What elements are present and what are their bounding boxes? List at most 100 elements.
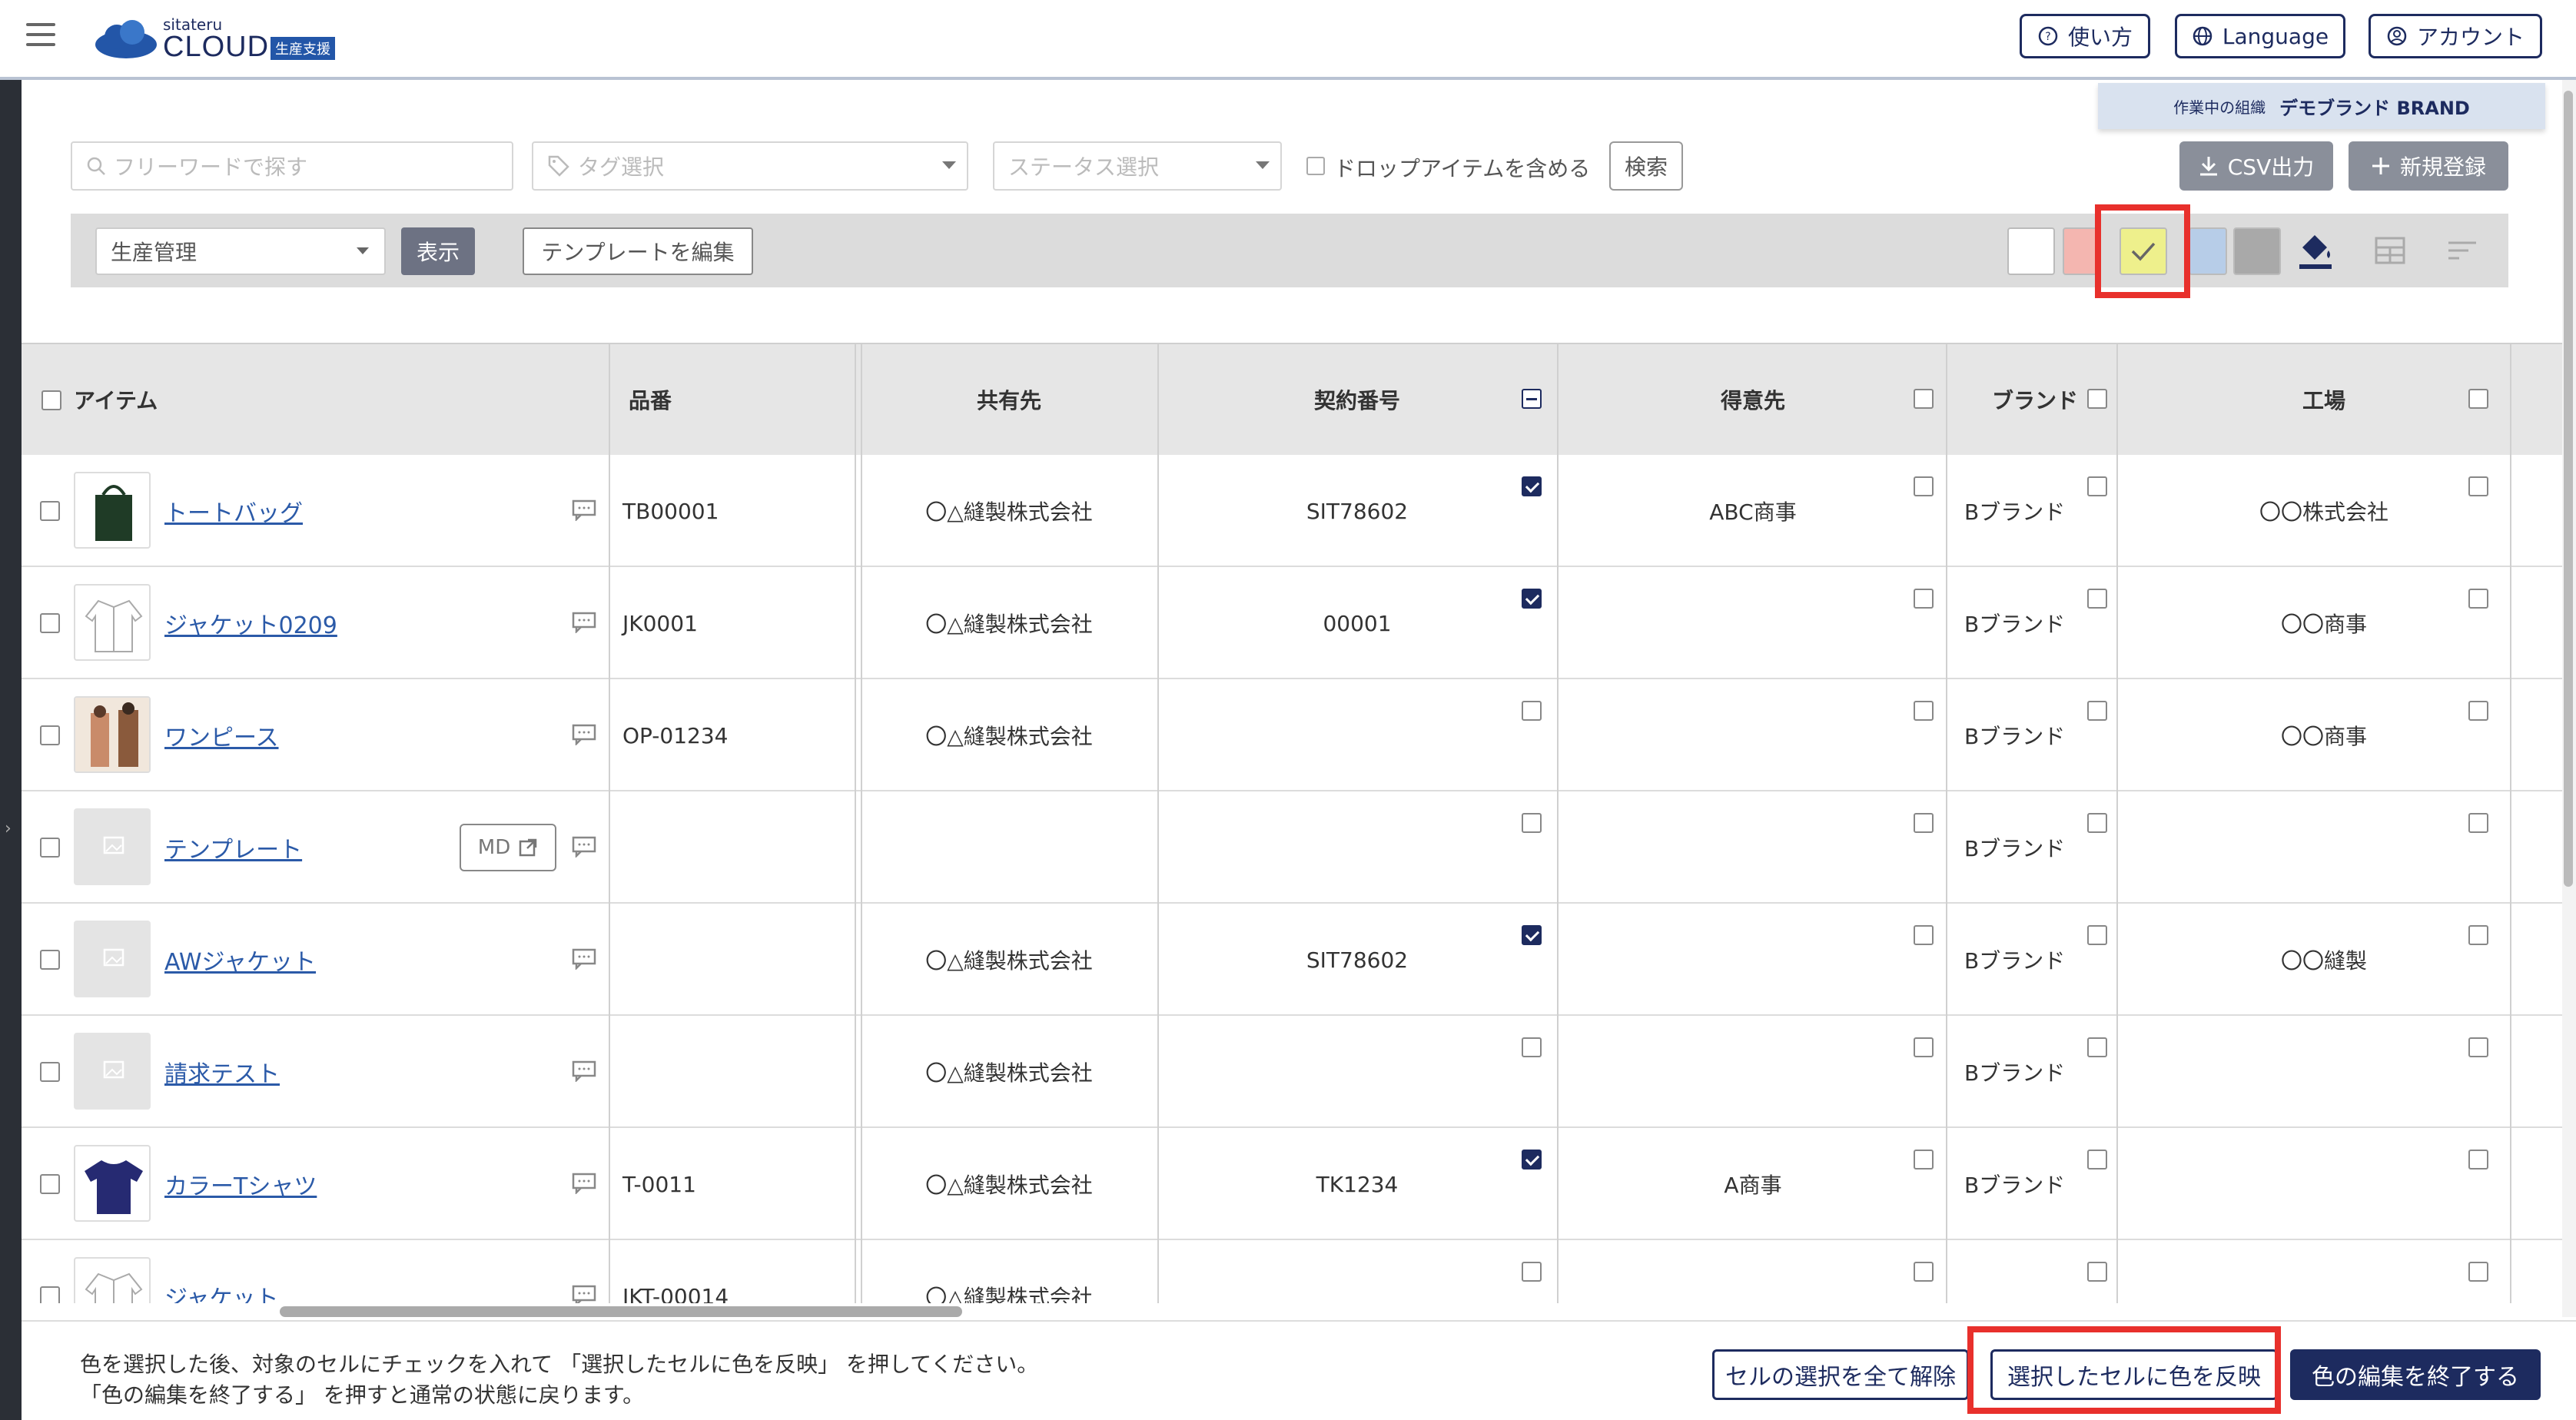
cell-select-checkbox[interactable] bbox=[2087, 701, 2107, 721]
code-cell[interactable]: T-0011 bbox=[622, 1128, 853, 1240]
cell-select-checkbox[interactable] bbox=[1522, 476, 1542, 496]
comment-icon[interactable] bbox=[572, 1060, 596, 1082]
language-button[interactable]: Language bbox=[2175, 14, 2345, 58]
cell-select-checkbox[interactable] bbox=[2087, 1037, 2107, 1057]
cell-select-checkbox[interactable] bbox=[2468, 925, 2488, 945]
sitateru-cloud-logo[interactable]: sitateru CLOUD 生産支援 bbox=[92, 12, 354, 63]
code-cell[interactable]: TB00001 bbox=[622, 455, 853, 567]
column-select-factory-checkbox[interactable] bbox=[2468, 389, 2488, 409]
factory-cell[interactable] bbox=[2118, 1128, 2530, 1240]
item-link[interactable]: テンプレート bbox=[164, 791, 302, 904]
code-cell[interactable]: JK0001 bbox=[622, 567, 853, 679]
clear-selection-button[interactable]: セルの選択を全て解除 bbox=[1712, 1349, 1969, 1400]
cell-select-checkbox[interactable] bbox=[2087, 589, 2107, 609]
sort-icon[interactable] bbox=[2441, 229, 2484, 272]
client-cell[interactable] bbox=[1559, 567, 1947, 679]
finish-color-edit-button[interactable]: 色の編集を終了する bbox=[2290, 1349, 2541, 1400]
code-cell[interactable] bbox=[622, 904, 853, 1016]
color-swatch-white[interactable] bbox=[2007, 227, 2055, 275]
share-cell[interactable]: 〇△縫製株式会社 bbox=[859, 1016, 1159, 1128]
contract-cell[interactable]: TK1234 bbox=[1159, 1128, 1555, 1240]
include-drop-checkbox[interactable] bbox=[1306, 157, 1325, 175]
factory-cell[interactable] bbox=[2118, 1016, 2530, 1128]
client-cell[interactable] bbox=[1559, 1016, 1947, 1128]
cell-select-checkbox[interactable] bbox=[1914, 1150, 1934, 1170]
comment-icon[interactable] bbox=[572, 724, 596, 745]
code-cell[interactable]: OP-01234 bbox=[622, 679, 853, 791]
cell-select-checkbox[interactable] bbox=[1522, 1037, 1542, 1057]
share-cell[interactable] bbox=[859, 791, 1159, 904]
share-cell[interactable]: 〇△縫製株式会社 bbox=[859, 455, 1159, 567]
table-row[interactable]: AWジャケット 〇△縫製株式会社 SIT78602 Bブランド 〇〇縫製 bbox=[22, 904, 2562, 1016]
client-cell[interactable] bbox=[1559, 904, 1947, 1016]
client-cell[interactable] bbox=[1559, 1240, 1947, 1303]
cell-select-checkbox[interactable] bbox=[1914, 476, 1934, 496]
client-cell[interactable]: A商事 bbox=[1559, 1128, 1947, 1240]
table-row[interactable]: 請求テスト 〇△縫製株式会社 Bブランド bbox=[22, 1016, 2562, 1128]
comment-icon[interactable] bbox=[572, 836, 596, 858]
factory-cell[interactable] bbox=[2118, 791, 2530, 904]
cell-select-checkbox[interactable] bbox=[2468, 1150, 2488, 1170]
color-swatch-blue[interactable] bbox=[2189, 227, 2227, 275]
contract-cell[interactable] bbox=[1159, 1240, 1555, 1303]
row-select-checkbox[interactable] bbox=[40, 501, 60, 521]
column-select-brand-checkbox[interactable] bbox=[2087, 389, 2107, 409]
item-link[interactable]: 請求テスト bbox=[164, 1016, 280, 1128]
factory-cell[interactable]: 〇〇株式会社 bbox=[2118, 455, 2530, 567]
code-cell[interactable] bbox=[622, 1016, 853, 1128]
csv-export-button[interactable]: CSV出力 bbox=[2179, 141, 2333, 191]
brand-cell[interactable]: Bブランド bbox=[1964, 791, 2118, 904]
item-link[interactable]: トートバッグ bbox=[164, 455, 303, 567]
contract-cell[interactable] bbox=[1159, 1016, 1555, 1128]
comment-icon[interactable] bbox=[572, 1173, 596, 1194]
keyword-search-input[interactable]: フリーワードで探す bbox=[71, 141, 513, 191]
comment-icon[interactable] bbox=[572, 1285, 596, 1303]
cell-select-checkbox[interactable] bbox=[1522, 589, 1542, 609]
factory-cell[interactable]: 〇〇商事 bbox=[2118, 567, 2530, 679]
contract-cell[interactable]: 00001 bbox=[1159, 567, 1555, 679]
client-cell[interactable] bbox=[1559, 679, 1947, 791]
cell-select-checkbox[interactable] bbox=[1914, 1262, 1934, 1282]
code-cell[interactable]: JKT-00014 bbox=[622, 1240, 853, 1304]
brand-cell[interactable]: Bブランド bbox=[1964, 455, 2118, 567]
item-link[interactable]: ジャケット0209 bbox=[164, 567, 337, 679]
cell-select-checkbox[interactable] bbox=[1522, 813, 1542, 833]
table-layout-icon[interactable] bbox=[2369, 229, 2412, 272]
table-row[interactable]: ワンピース OP-01234 〇△縫製株式会社 Bブランド 〇〇商事 bbox=[22, 679, 2562, 791]
show-button[interactable]: 表示 bbox=[401, 227, 475, 275]
cell-select-checkbox[interactable] bbox=[1522, 1262, 1542, 1282]
item-link[interactable]: ワンピース bbox=[164, 679, 279, 791]
column-header-client[interactable]: 得意先 bbox=[1559, 344, 1947, 455]
comment-icon[interactable] bbox=[572, 948, 596, 970]
row-select-checkbox[interactable] bbox=[40, 1062, 60, 1082]
brand-cell[interactable]: Bブランド bbox=[1964, 904, 2118, 1016]
code-cell[interactable] bbox=[622, 791, 853, 904]
factory-cell[interactable]: 〇〇縫製 bbox=[2118, 904, 2530, 1016]
cell-select-checkbox[interactable] bbox=[2087, 813, 2107, 833]
row-select-checkbox[interactable] bbox=[40, 613, 60, 633]
cell-select-checkbox[interactable] bbox=[2087, 1150, 2107, 1170]
contract-cell[interactable] bbox=[1159, 791, 1555, 904]
client-cell[interactable]: ABC商事 bbox=[1559, 455, 1947, 567]
contract-cell[interactable]: SIT78602 bbox=[1159, 455, 1555, 567]
cell-select-checkbox[interactable] bbox=[2087, 476, 2107, 496]
cell-select-checkbox[interactable] bbox=[1914, 1037, 1934, 1057]
edit-template-button[interactable]: テンプレートを編集 bbox=[523, 227, 753, 275]
cell-select-checkbox[interactable] bbox=[2468, 589, 2488, 609]
column-header-item[interactable]: アイテム bbox=[55, 344, 609, 455]
cell-select-checkbox[interactable] bbox=[1914, 701, 1934, 721]
column-select-client-checkbox[interactable] bbox=[1914, 389, 1934, 409]
table-row[interactable]: トートバッグ TB00001 〇△縫製株式会社 SIT78602 ABC商事 B… bbox=[22, 455, 2562, 567]
expand-chevron-icon[interactable]: › bbox=[5, 819, 12, 838]
contract-cell[interactable] bbox=[1159, 679, 1555, 791]
factory-cell[interactable]: 〇〇商事 bbox=[2118, 679, 2530, 791]
share-cell[interactable]: 〇△縫製株式会社 bbox=[859, 1240, 1159, 1303]
account-button[interactable]: アカウント bbox=[2369, 14, 2542, 58]
item-link[interactable]: カラーTシャツ bbox=[164, 1128, 317, 1240]
paint-bucket-icon[interactable] bbox=[2295, 229, 2338, 272]
cell-select-checkbox[interactable] bbox=[2468, 813, 2488, 833]
cell-select-checkbox[interactable] bbox=[2468, 701, 2488, 721]
column-header-contract[interactable]: 契約番号 bbox=[1159, 344, 1555, 455]
table-row[interactable]: ジャケット JKT-00014 〇△縫製株式会社 bbox=[22, 1240, 2562, 1303]
cell-select-checkbox[interactable] bbox=[1914, 925, 1934, 945]
